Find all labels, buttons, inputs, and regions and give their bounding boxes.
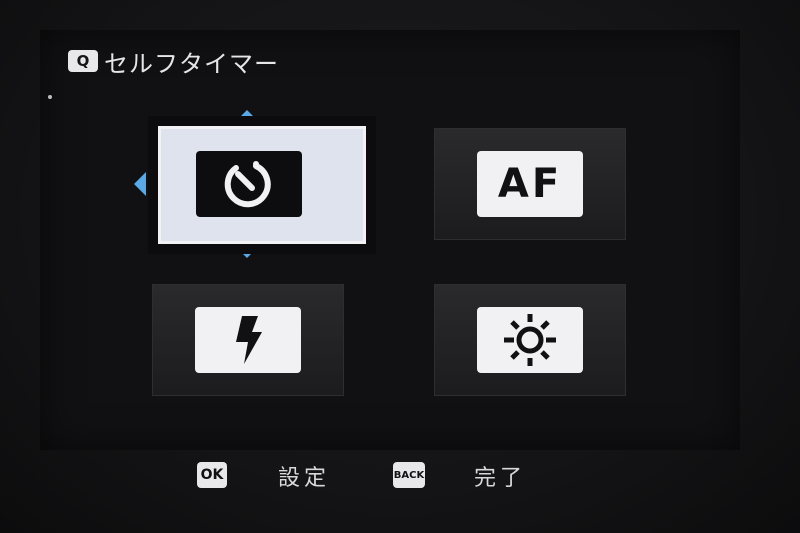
ok-action-label: 設定 [278,466,331,491]
flash-icon [236,316,262,364]
tile-af[interactable]: AF [434,128,626,240]
quick-menu-badge: Q [68,50,98,72]
ok-button-badge[interactable]: OK [197,462,227,488]
title-bar: Q セルフタイマー [68,46,279,78]
back-action-label: 完了 [474,466,527,491]
tile-brightness[interactable] [434,284,626,396]
self-timer-icon [224,161,271,208]
page-title: セルフタイマー [104,49,279,78]
footer-bar: OK 設定 BACK 完了 [0,456,800,496]
flash-icon-box [195,307,301,373]
tile-flash[interactable] [152,284,344,396]
arrow-left-icon[interactable] [134,172,146,196]
indicator-dot [48,95,52,99]
back-button-badge[interactable]: BACK [393,462,425,488]
sun-icon-box [477,307,583,373]
menu-panel [40,30,740,450]
sun-icon [504,314,556,366]
af-icon: AF [497,161,563,207]
camera-screen: Q セルフタイマー AF OK 設定 BACK 完了 [0,0,800,533]
af-icon-box: AF [477,151,583,217]
self-timer-icon-box [196,151,302,217]
arrow-down-icon[interactable] [235,246,259,258]
tile-self-timer[interactable] [158,126,366,244]
arrow-up-icon[interactable] [235,110,259,122]
